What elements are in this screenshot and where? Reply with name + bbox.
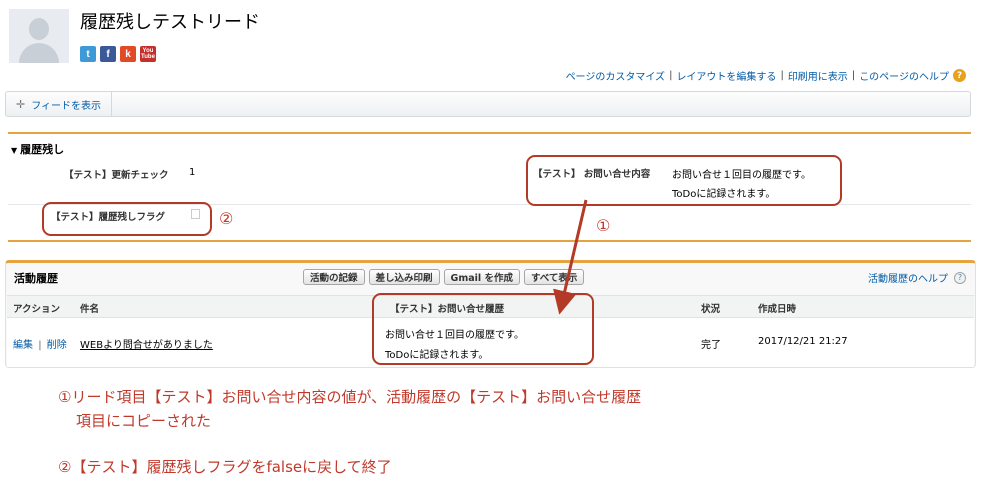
activity-history-title: 活動履歴 <box>14 272 58 285</box>
flag-highlight-box <box>42 202 212 236</box>
column-status: 状況 <box>701 304 721 315</box>
page-help-link[interactable]: このページのヘルプ <box>859 68 949 83</box>
link-separator: | <box>669 70 673 81</box>
help-icon[interactable]: ? <box>954 271 966 284</box>
activity-history-help[interactable]: 活動履歴のヘルプ ? <box>868 270 966 285</box>
twitter-icon[interactable]: t <box>80 46 96 62</box>
social-icons: t f k You Tube <box>80 46 156 62</box>
youtube-icon-line2: Tube <box>141 54 155 60</box>
help-icon[interactable]: ? <box>953 69 966 82</box>
delete-link[interactable]: 削除 <box>47 340 67 351</box>
link-separator: | <box>851 70 856 81</box>
row-actions: 編集 | 削除 <box>13 336 67 351</box>
print-view-link[interactable]: 印刷用に表示 <box>788 68 848 83</box>
mail-merge-button[interactable]: 差し込み印刷 <box>368 269 440 285</box>
view-all-button[interactable]: すべて表示 <box>523 269 585 285</box>
action-separator: | <box>38 340 42 351</box>
update-check-label: 【テスト】更新チェック <box>64 170 169 181</box>
record-title: 履歴残しテストリード <box>80 12 260 33</box>
facebook-icon[interactable]: f <box>100 46 116 62</box>
note-1-line1: ①リード項目【テスト】お問い合せ内容の値が、活動履歴の【テスト】お問い合せ履歴 <box>58 388 642 406</box>
collapse-triangle-icon: ▼ <box>11 146 18 155</box>
status-value: 完了 <box>701 340 721 351</box>
update-check-value: 1 <box>189 167 196 178</box>
youtube-icon[interactable]: You Tube <box>140 46 156 62</box>
created-value: 2017/12/21 21:27 <box>758 336 848 347</box>
avatar-head-shape <box>29 18 49 40</box>
edit-link[interactable]: 編集 <box>13 340 33 351</box>
marker-2: ② <box>219 209 234 228</box>
compose-gmail-button[interactable]: Gmail を作成 <box>443 269 520 285</box>
top-links: ページのカスタマイズ | レイアウトを編集する | 印刷用に表示 | このページ… <box>566 68 966 83</box>
note-2: ②【テスト】履歴残しフラグをfalseに戻して終了 <box>58 458 392 476</box>
column-action: アクション <box>13 304 61 315</box>
klout-icon[interactable]: k <box>120 46 136 62</box>
show-feed-button[interactable]: ✛ フィードを表示 <box>6 92 113 116</box>
show-feed-label: フィードを表示 <box>31 100 102 112</box>
section-divider-bottom <box>8 240 971 242</box>
history-highlight-box <box>372 293 594 365</box>
avatar-body-shape <box>19 43 59 63</box>
edit-layout-link[interactable]: レイアウトを編集する <box>676 68 776 83</box>
customize-page-link[interactable]: ページのカスタマイズ <box>566 68 666 83</box>
inquiry-highlight-box <box>526 155 842 206</box>
marker-1: ① <box>596 216 611 235</box>
column-subject: 件名 <box>80 304 100 315</box>
activity-history-help-link[interactable]: 活動履歴のヘルプ <box>868 270 948 285</box>
activity-buttons: 活動の記録 差し込み印刷 Gmail を作成 すべて表示 <box>303 269 585 285</box>
section-header[interactable]: ▼ 履歴残し <box>11 141 64 157</box>
column-created: 作成日時 <box>758 304 797 315</box>
section-title: 履歴残し <box>20 143 65 156</box>
subject-link[interactable]: WEBより問合せがありました <box>80 336 213 351</box>
feed-toolbar: ✛ フィードを表示 <box>5 91 971 117</box>
note-1-line2: 項目にコピーされた <box>76 412 212 430</box>
avatar <box>9 9 69 63</box>
link-separator: | <box>780 70 784 81</box>
section-divider-top <box>8 132 971 134</box>
log-activity-button[interactable]: 活動の記録 <box>303 269 365 285</box>
feed-icon: ✛ <box>16 97 26 111</box>
